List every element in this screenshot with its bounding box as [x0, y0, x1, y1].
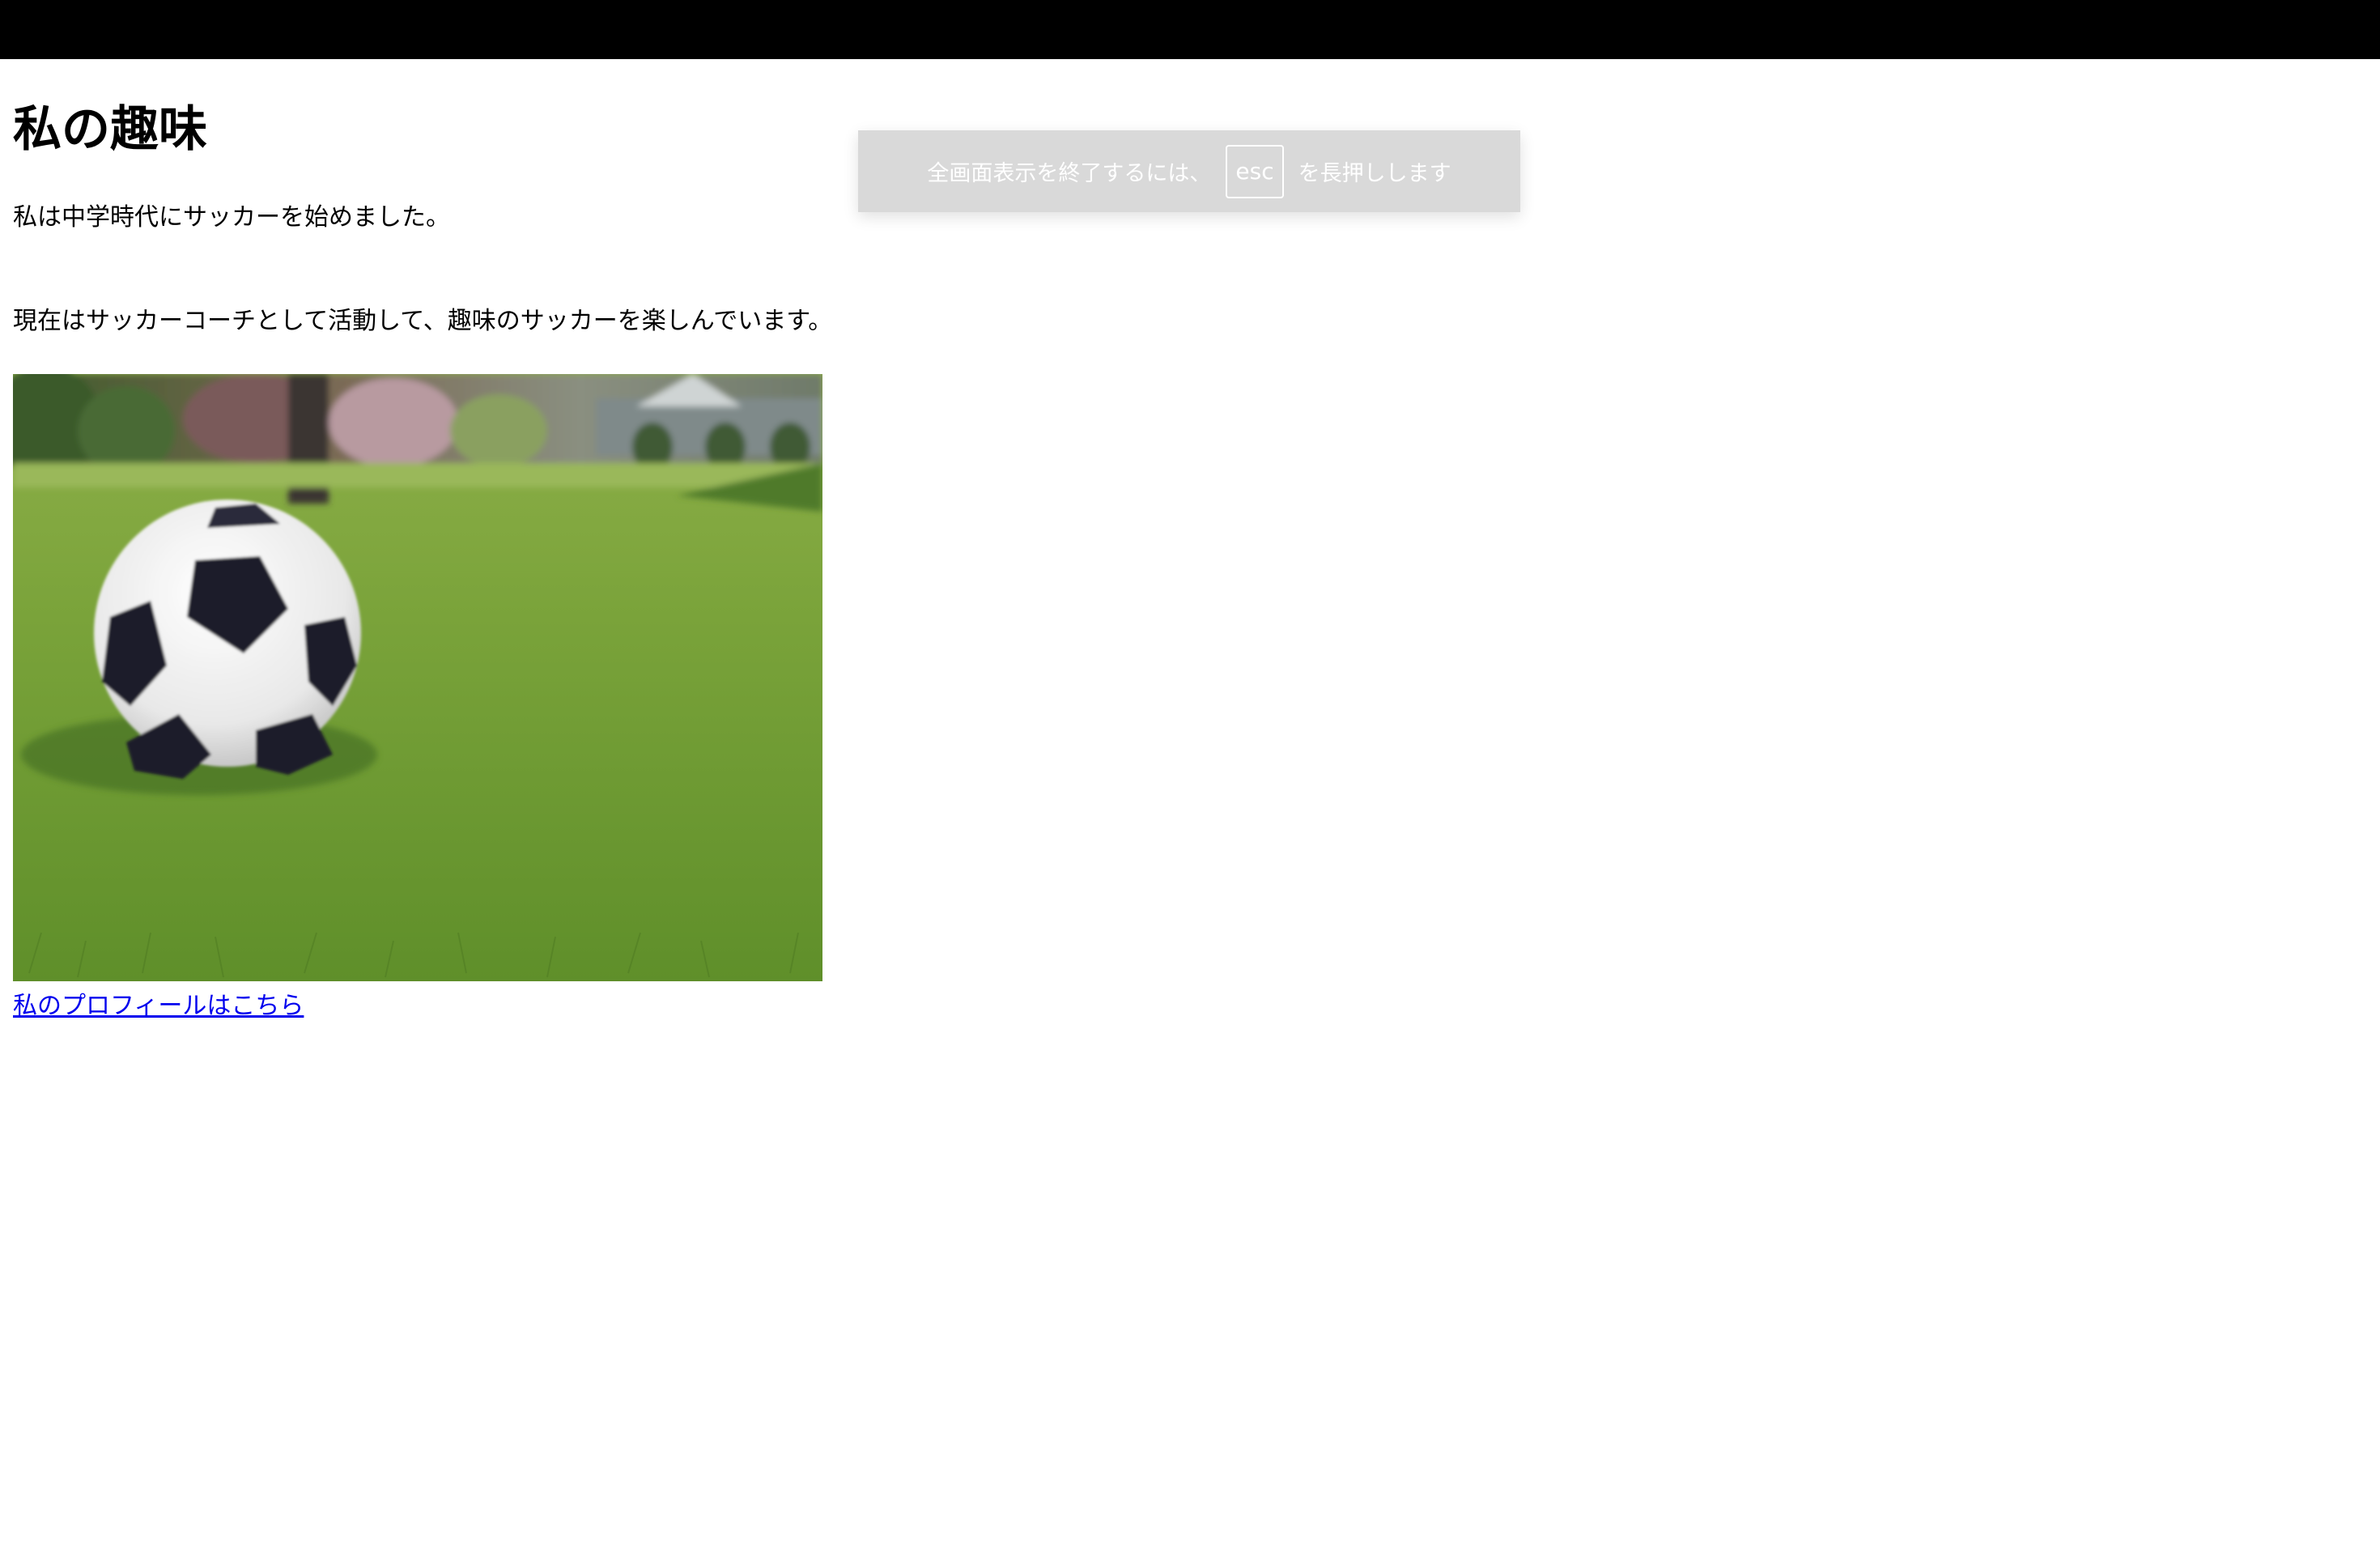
fullscreen-exit-notice: 全画面表示を終了するには、 esc を長押しします [858, 130, 1520, 212]
fullscreen-notice-text-before: 全画面表示を終了するには、 [927, 161, 1212, 186]
fullscreen-top-bar [0, 0, 2380, 59]
soccer-ball-photo [13, 374, 822, 981]
profile-link[interactable]: 私のプロフィールはこちら [13, 990, 304, 1023]
intro-paragraph: 私は中学時代にサッカーを始めました。 [13, 203, 450, 232]
esc-key-badge: esc [1226, 144, 1284, 198]
current-activity-paragraph: 現在はサッカーコーチとして活動して、趣味のサッカーを楽しんでいます。 [13, 307, 833, 335]
page-title: 私の趣味 [13, 101, 207, 158]
fullscreen-notice-text-after: を長押しします [1298, 161, 1451, 186]
